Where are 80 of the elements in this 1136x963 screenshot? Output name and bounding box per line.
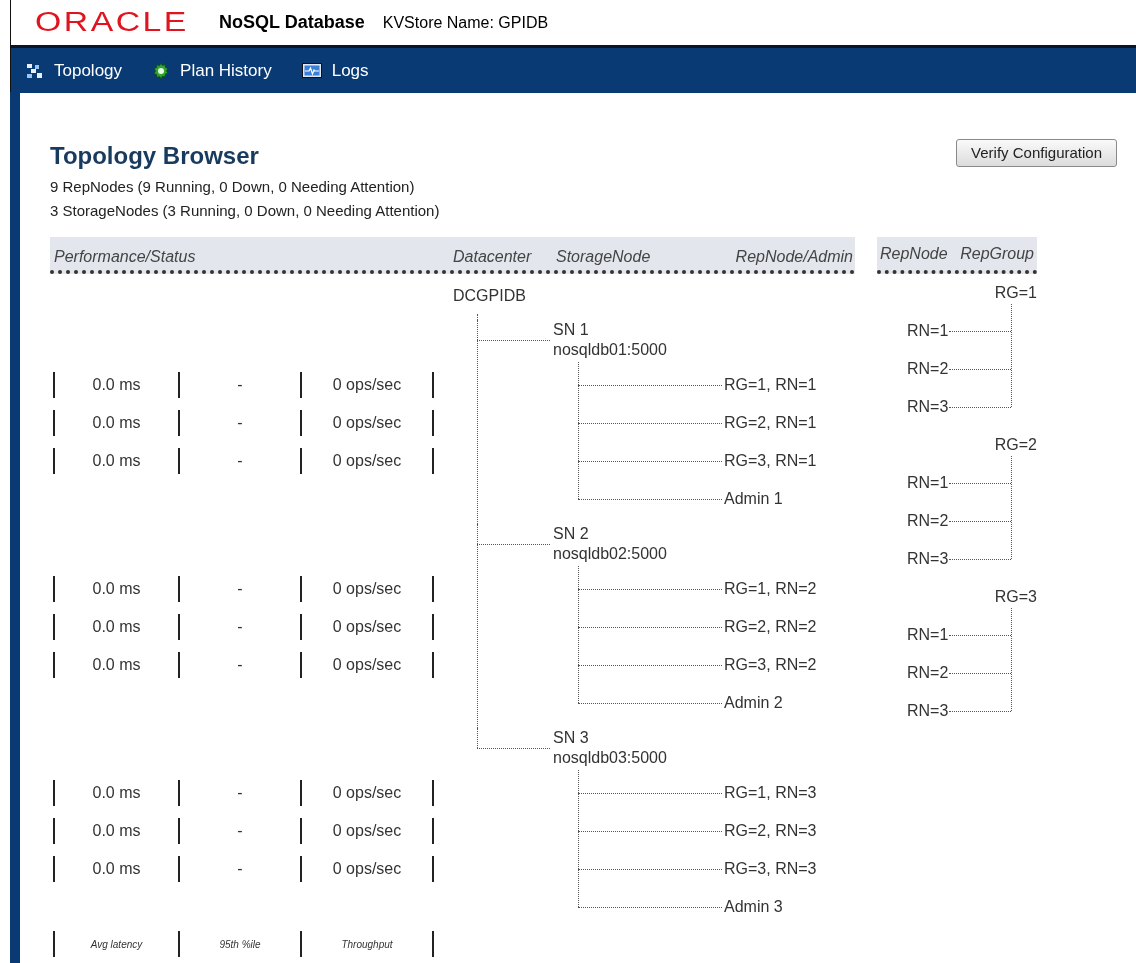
admin-label: Admin 3 — [724, 897, 783, 917]
product-name: NoSQL Database — [219, 11, 365, 34]
storage-node-name: SN 1 — [553, 320, 589, 340]
rep-node-label: RN=3 — [907, 397, 949, 417]
storage-node-host: nosqldb01:5000 — [553, 340, 667, 360]
nav-tab[interactable]: Logs — [301, 57, 369, 84]
legend-label: 95th %ile — [219, 937, 261, 952]
legend-label: Throughput — [341, 937, 393, 952]
rep-group-label: RG=1 — [994, 283, 1037, 303]
metric-value: - — [237, 783, 243, 803]
metric-value: 0 ops/sec — [332, 617, 402, 637]
rep-node-label: RG=1, RN=1 — [724, 375, 817, 395]
topology-icon — [26, 62, 44, 79]
metric-value: 0.0 ms — [92, 655, 141, 675]
metric-value: 0 ops/sec — [332, 579, 402, 599]
datacenter-label: DCGPIDB — [453, 286, 526, 306]
rep-node-label: RN=2 — [907, 663, 949, 683]
rep-group-label: RG=2 — [994, 435, 1037, 455]
rep-node-label: RG=3, RN=3 — [724, 859, 817, 879]
rep-node-label: RG=1, RN=3 — [724, 783, 817, 803]
metric-value: 0 ops/sec — [332, 451, 402, 471]
rep-node-label: RG=1, RN=2 — [724, 579, 817, 599]
rep-node-label: RG=3, RN=2 — [724, 655, 817, 675]
store-name: KVStore Name: GPIDB — [382, 12, 549, 33]
metric-value: 0 ops/sec — [332, 821, 402, 841]
legend-label: Avg latency — [90, 937, 143, 952]
metric-value: 0.0 ms — [92, 783, 141, 803]
column-header: RepGroup — [960, 243, 1034, 264]
metric-value: 0.0 ms — [92, 617, 141, 637]
metric-value: 0 ops/sec — [332, 375, 402, 395]
rep-node-label: RN=2 — [907, 359, 949, 379]
metric-value: - — [237, 821, 243, 841]
metric-value: 0 ops/sec — [332, 859, 402, 879]
column-header: Datacenter — [453, 247, 532, 267]
summary-line: 3 StorageNodes (3 Running, 0 Down, 0 Needing Attention) — [50, 201, 440, 221]
column-header: RepNode — [880, 243, 948, 264]
metric-value: - — [237, 579, 243, 599]
metric-value: 0.0 ms — [92, 579, 141, 599]
rep-group-label: RG=3 — [994, 587, 1037, 607]
summary-line: 9 RepNodes (9 Running, 0 Down, 0 Needing Attention) — [50, 177, 416, 197]
metric-value: 0.0 ms — [92, 451, 141, 471]
rep-node-label: RN=1 — [907, 473, 949, 493]
metric-value: - — [237, 413, 243, 433]
nav-tab[interactable]: Plan History — [152, 57, 272, 84]
rep-node-label: RN=1 — [907, 321, 949, 341]
column-header: StorageNode — [556, 247, 651, 267]
storage-node-name: SN 2 — [553, 524, 589, 544]
verify-configuration-button[interactable]: Verify Configuration — [956, 139, 1117, 167]
storage-node-name: SN 3 — [553, 728, 589, 748]
rep-node-label: RN=1 — [907, 625, 949, 645]
metric-value: 0 ops/sec — [332, 655, 402, 675]
storage-node-host: nosqldb02:5000 — [553, 544, 667, 564]
metric-value: - — [237, 617, 243, 637]
rep-node-label: RG=2, RN=2 — [724, 617, 817, 637]
nav-tab[interactable]: Topology — [26, 57, 123, 84]
rep-node-label: RG=2, RN=1 — [724, 413, 817, 433]
page-title: Topology Browser — [50, 141, 260, 171]
metric-value: 0 ops/sec — [332, 783, 402, 803]
column-header: Performance/Status — [54, 247, 196, 267]
metric-value: 0.0 ms — [92, 859, 141, 879]
metric-value: 0.0 ms — [92, 821, 141, 841]
oracle-logo: ORACLE — [35, 9, 189, 36]
metric-value: 0.0 ms — [92, 413, 141, 433]
rep-node-label: RG=2, RN=3 — [724, 821, 817, 841]
metric-value: 0 ops/sec — [332, 413, 402, 433]
rep-node-label: RN=2 — [907, 511, 949, 531]
storage-node-host: nosqldb03:5000 — [553, 748, 667, 768]
rep-node-label: RN=3 — [907, 549, 949, 569]
metric-value: - — [237, 451, 243, 471]
column-header: RepNode/Admin — [735, 247, 853, 267]
admin-label: Admin 1 — [724, 489, 783, 509]
rep-node-label: RN=3 — [907, 701, 949, 721]
monitor-icon — [301, 62, 322, 79]
admin-label: Admin 2 — [724, 693, 783, 713]
metric-value: - — [237, 375, 243, 395]
gear-icon — [152, 61, 171, 80]
metric-value: - — [237, 859, 243, 879]
metric-value: - — [237, 655, 243, 675]
rep-node-label: RG=3, RN=1 — [724, 451, 817, 471]
metric-value: 0.0 ms — [92, 375, 141, 395]
